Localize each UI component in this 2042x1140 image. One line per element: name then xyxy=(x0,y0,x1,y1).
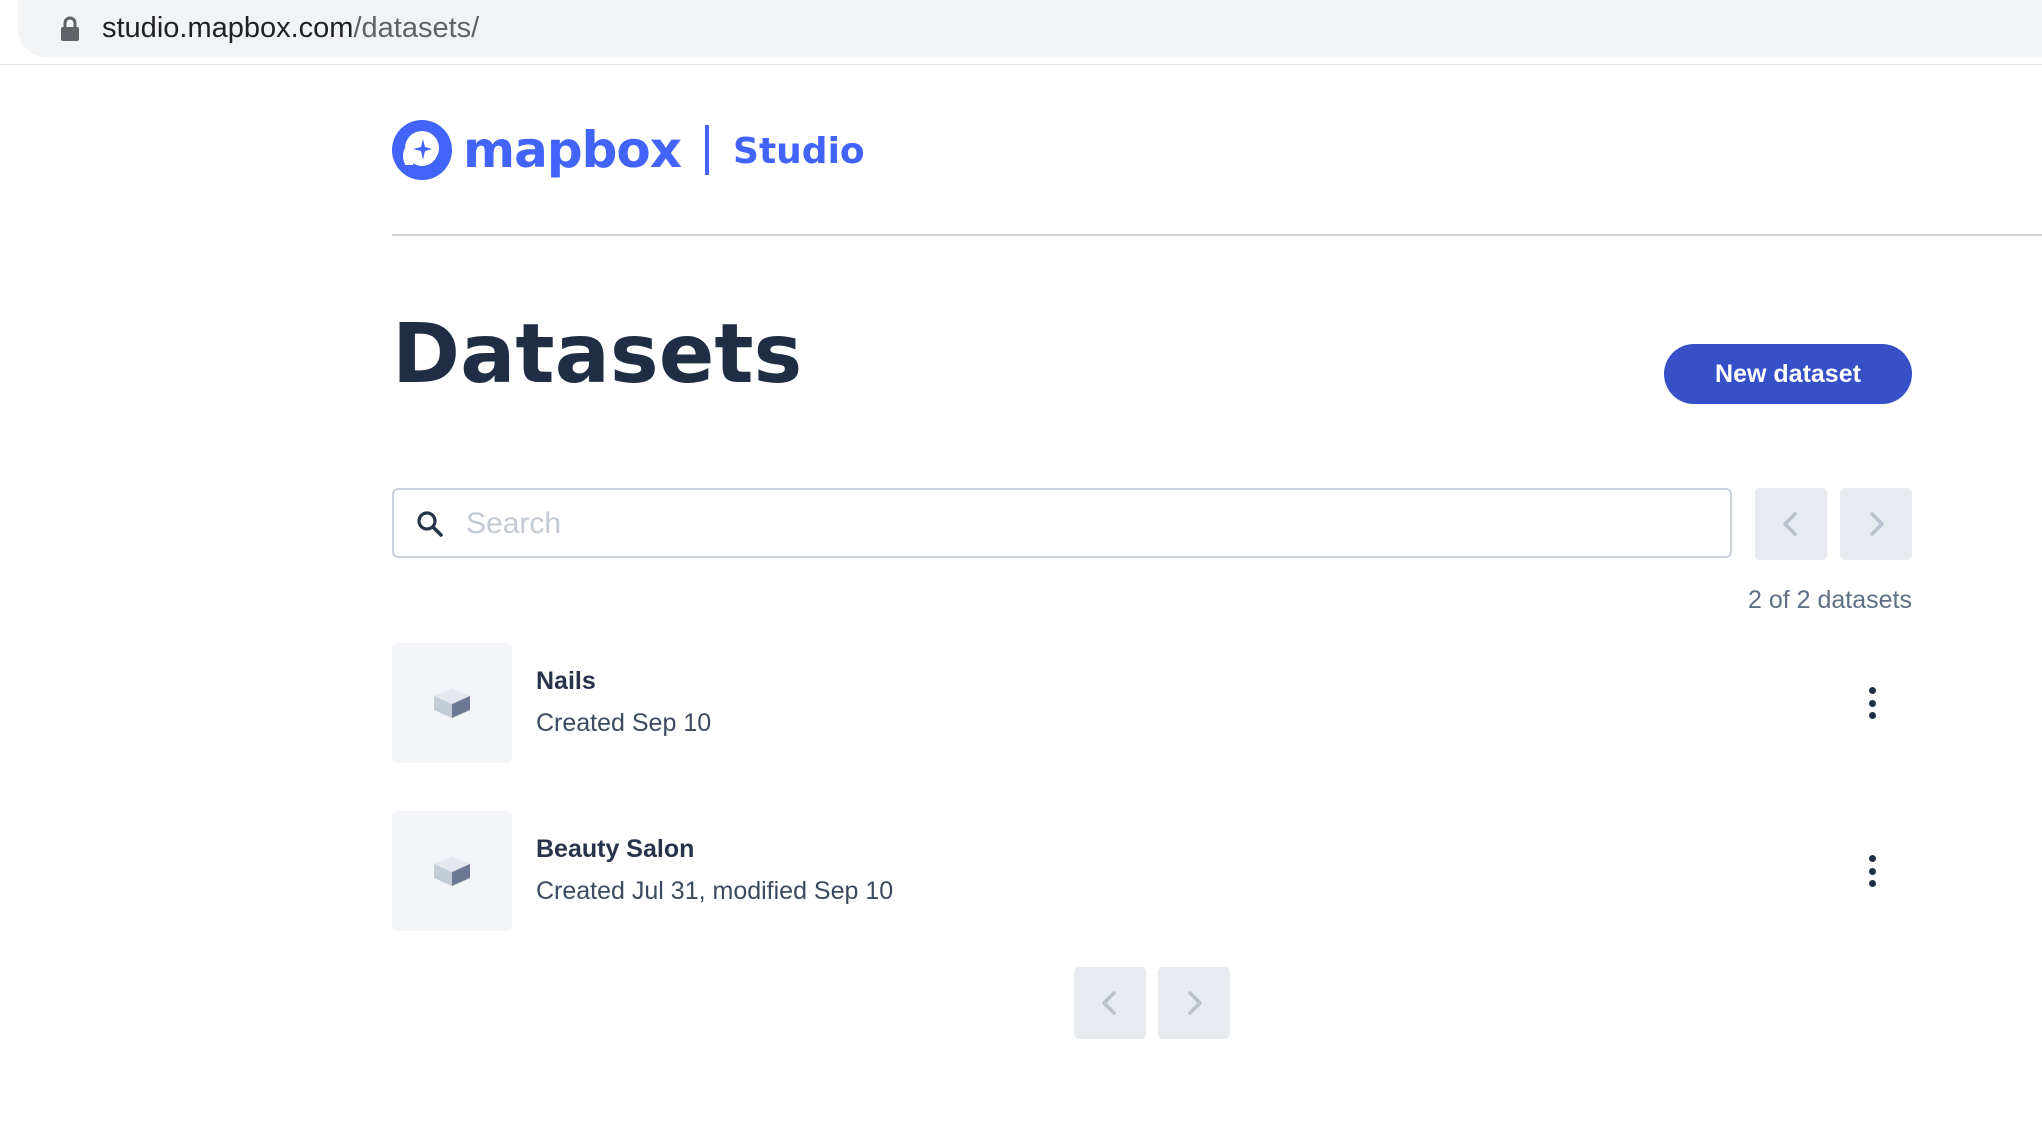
page-title: Datasets xyxy=(392,307,803,402)
dataset-row[interactable]: Beauty Salon Created Jul 31, modified Se… xyxy=(392,811,1912,931)
dataset-row[interactable]: Nails Created Sep 10 xyxy=(392,643,1912,763)
more-options-icon[interactable] xyxy=(1860,683,1884,723)
dataset-name[interactable]: Beauty Salon xyxy=(536,835,694,864)
url-host: studio.mapbox.com xyxy=(102,12,354,44)
cube-icon xyxy=(434,856,470,886)
logo-divider xyxy=(705,125,710,175)
brand-name: mapbox xyxy=(463,121,682,179)
chevron-left-icon xyxy=(1783,512,1797,536)
mapbox-studio-logo[interactable]: mapbox Studio xyxy=(391,118,865,182)
dataset-name[interactable]: Nails xyxy=(536,667,596,696)
address-bar[interactable]: studio.mapbox.com/datasets/ xyxy=(18,0,2042,57)
prev-page-button-top[interactable] xyxy=(1755,488,1827,560)
prev-page-button-bottom[interactable] xyxy=(1074,967,1146,1039)
search-icon xyxy=(417,511,443,537)
lock-icon xyxy=(61,16,79,41)
url-text[interactable]: studio.mapbox.com/datasets/ xyxy=(102,12,479,44)
dataset-thumbnail xyxy=(392,643,512,763)
product-name: Studio xyxy=(733,131,865,172)
chevron-left-icon xyxy=(1102,991,1116,1015)
cube-icon xyxy=(434,688,470,718)
dataset-count: 2 of 2 datasets xyxy=(1747,586,1912,614)
header-divider xyxy=(392,234,2042,236)
next-page-button-bottom[interactable] xyxy=(1158,967,1230,1039)
more-options-icon[interactable] xyxy=(1860,851,1884,891)
search-box[interactable] xyxy=(392,488,1732,558)
dataset-meta: Created Sep 10 xyxy=(536,709,712,737)
dataset-meta: Created Jul 31, modified Sep 10 xyxy=(536,877,894,905)
dataset-thumbnail xyxy=(392,811,512,931)
chevron-right-icon xyxy=(1870,512,1884,536)
browser-url-bar: studio.mapbox.com/datasets/ xyxy=(0,0,2042,65)
new-dataset-button[interactable]: New dataset xyxy=(1664,344,1912,404)
search-input[interactable] xyxy=(464,500,1698,548)
chevron-right-icon xyxy=(1188,991,1202,1015)
mapbox-logo-icon xyxy=(392,120,452,180)
url-path: /datasets/ xyxy=(353,12,480,44)
next-page-button-top[interactable] xyxy=(1840,488,1912,560)
